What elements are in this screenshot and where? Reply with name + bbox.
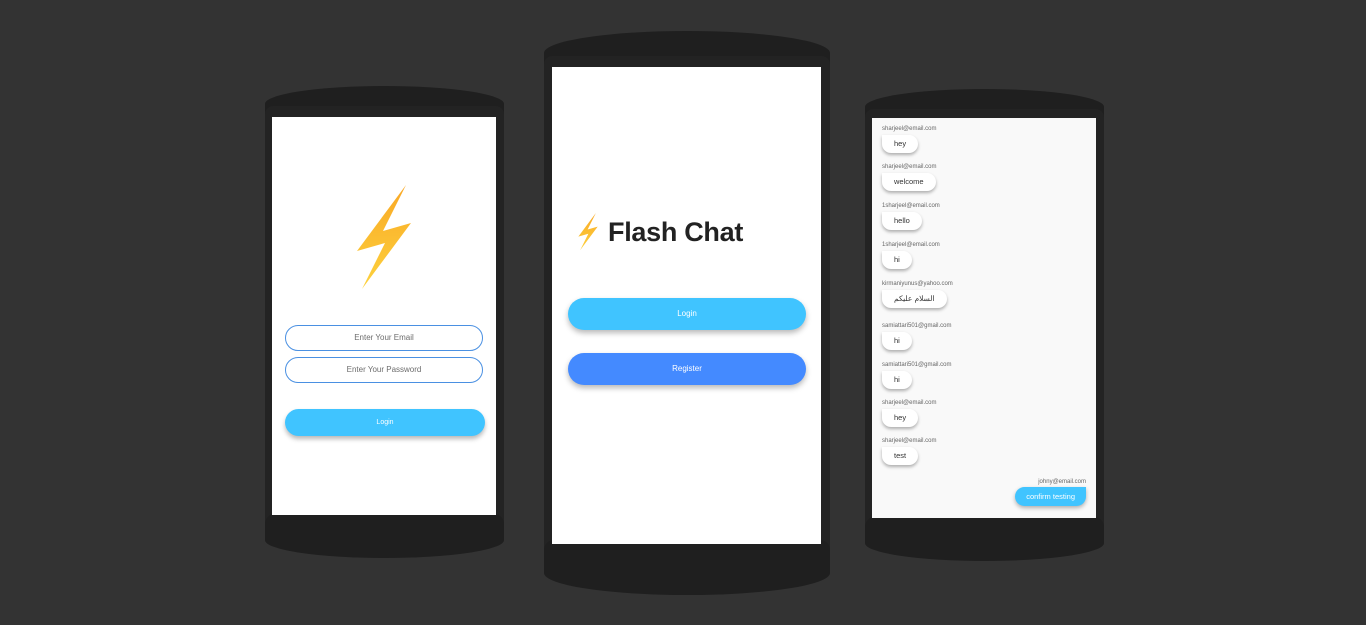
message-sender: sharjeel@email.com xyxy=(882,438,937,444)
message-bubble: hey xyxy=(882,409,919,427)
phone-login: Enter Your Email Enter Your Password Log… xyxy=(265,86,504,558)
message-bubble: hello xyxy=(882,212,922,230)
message-bubble: hi xyxy=(882,371,912,389)
phone-welcome: Flash Chat Login Register xyxy=(544,31,830,595)
message-item: sharjeel@email.com test xyxy=(882,437,936,465)
message-bubble: hey xyxy=(882,135,919,153)
my-message-bubble: confirm testing xyxy=(1015,487,1086,506)
message-sender: sharjeel@email.com xyxy=(882,126,937,132)
login-button[interactable]: Login xyxy=(285,409,485,436)
message-item: sharjeel@email.com hey xyxy=(882,125,936,153)
message-item: kirmaniyunus@yahoo.com السلام عليكم xyxy=(882,280,953,308)
message-item: samiattari501@gmail.com hi xyxy=(882,361,951,389)
message-sender: sharjeel@email.com xyxy=(882,164,937,170)
message-item: 1sharjeel@email.com hello xyxy=(882,202,940,230)
message-bubble: test xyxy=(882,447,919,465)
lightning-bolt-icon xyxy=(578,213,598,251)
welcome-screen: Flash Chat Login Register xyxy=(552,67,821,544)
phone-chat: sharjeel@email.com hey sharjeel@email.co… xyxy=(865,89,1104,561)
message-item: samiattari501@gmail.com hi xyxy=(882,322,951,350)
message-bubble: welcome xyxy=(882,173,936,191)
message-item: sharjeel@email.com welcome xyxy=(882,163,936,191)
message-sender: 1sharjeel@email.com xyxy=(882,242,940,248)
message-bubble: hi xyxy=(882,332,912,350)
message-sender: samiattari501@gmail.com xyxy=(882,362,952,368)
brand-header: Flash Chat xyxy=(577,212,743,252)
message-item: sharjeel@email.com hey xyxy=(882,399,936,427)
email-field[interactable]: Enter Your Email xyxy=(285,325,483,351)
message-sender: 1sharjeel@email.com xyxy=(882,203,940,209)
register-button[interactable]: Register xyxy=(568,353,806,385)
phone-bottom-bezel xyxy=(265,514,504,558)
message-sender: johny@email.com xyxy=(1038,479,1086,485)
password-field[interactable]: Enter Your Password xyxy=(285,357,483,383)
app-title: Flash Chat xyxy=(608,216,744,247)
message-item: 1sharjeel@email.com hi xyxy=(882,241,940,269)
phone-bottom-bezel xyxy=(865,517,1104,561)
message-sender: samiattari501@gmail.com xyxy=(882,323,952,329)
message-sender: kirmaniyunus@yahoo.com xyxy=(882,281,953,287)
login-screen: Enter Your Email Enter Your Password Log… xyxy=(272,117,496,515)
chat-screen: sharjeel@email.com hey sharjeel@email.co… xyxy=(872,118,1096,518)
phone-bottom-bezel xyxy=(544,540,830,595)
message-bubble: hi xyxy=(882,251,912,269)
message-bubble: السلام عليكم xyxy=(882,290,947,308)
login-button[interactable]: Login xyxy=(568,298,806,330)
lightning-bolt-icon xyxy=(357,185,411,289)
my-message-item: johny@email.com confirm testing xyxy=(1015,478,1086,506)
message-sender: sharjeel@email.com xyxy=(882,400,937,406)
